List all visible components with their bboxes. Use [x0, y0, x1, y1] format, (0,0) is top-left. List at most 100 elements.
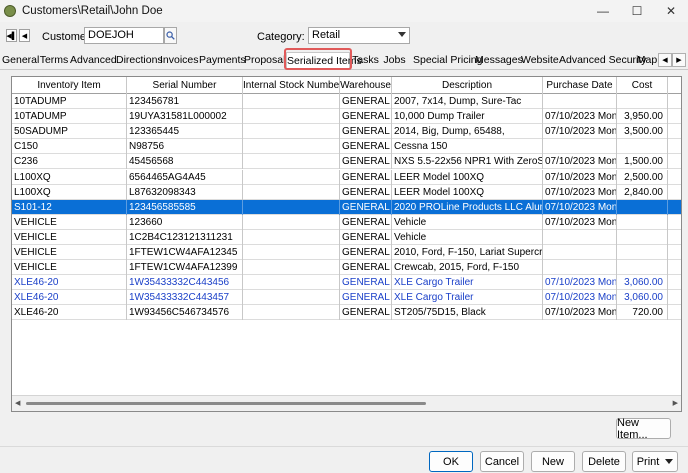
cell-warehouse: GENERAL [340, 245, 392, 260]
tab-map[interactable]: Map [636, 52, 658, 69]
tab-special-pricing[interactable]: Special Pricing [413, 52, 482, 69]
prev-record-icon[interactable]: ◀ [19, 29, 30, 42]
serialized-items-table: ▼ Inventory Item Serial Number Internal … [11, 76, 682, 412]
cell-description: LEER Model 100XQ [392, 169, 543, 185]
minimize-button[interactable]: — [586, 0, 620, 22]
cell-serial-number: 1C2B4C123121311231 [127, 229, 243, 245]
cell-internal-stock-number [243, 245, 340, 260]
table-row[interactable]: VEHICLE 1FTEW1CW4AFA12345 GENERAL 2010, For… [12, 245, 681, 260]
search-icon [166, 31, 175, 40]
cell-inventory-item: 10TADUMP [12, 109, 127, 125]
cell-cost [617, 94, 668, 109]
cell-serial-number: 6564465AG4A45 [127, 169, 243, 185]
tab-messages[interactable]: Messages [475, 52, 523, 69]
table-row[interactable]: C236 45456568 GENERAL NXS 5.5-22x56 NPR1 Wi… [12, 154, 681, 170]
scrollbar-thumb[interactable] [26, 402, 426, 405]
horizontal-scrollbar[interactable]: ◀ ▶ [12, 395, 681, 411]
cell-description: 2007, 7x14, Dump, Sure-Tac [392, 94, 543, 109]
cell-purchase-date: 07/10/2023 Mon [545, 199, 617, 215]
column-header-inventory-item[interactable]: ▼ Inventory Item [12, 77, 127, 94]
close-button[interactable]: ✕ [654, 0, 688, 22]
category-label: Category: [257, 31, 305, 43]
maximize-button[interactable]: ☐ [620, 0, 654, 22]
cell-serial-number: 1W93456C546734576 [127, 305, 243, 321]
title-bar: Customers\Retail\John Doe — ☐ ✕ [0, 0, 688, 22]
tab-invoices[interactable]: Invoices [160, 52, 199, 69]
cell-internal-stock-number [243, 275, 340, 291]
column-header-serial-number[interactable]: Serial Number [127, 77, 243, 94]
table-row[interactable]: XLE46-20 1W35433332C443456 GENERAL XLE Carg… [12, 275, 681, 291]
tab-terms[interactable]: Terms [39, 52, 69, 69]
tab-advanced-security[interactable]: Advanced Security [559, 52, 647, 69]
column-header-warehouse[interactable]: Warehouse [340, 77, 392, 94]
cell-purchase-date: 07/10/2023 Mon [545, 290, 617, 306]
tab-scroll-left-icon[interactable]: ◀ [658, 53, 672, 67]
table-row[interactable]: 10TADUMP 19UYA31581L000002 GENERAL 10,000 D… [12, 109, 681, 125]
chevron-down-icon [398, 32, 406, 37]
tab-serialized-items[interactable]: Serialized Items [286, 52, 362, 69]
cell-description: NXS 5.5-22x56 NPR1 With ZeroStop [394, 154, 543, 170]
print-button[interactable]: Print [632, 451, 678, 472]
cell-inventory-item: L100XQ [12, 184, 127, 200]
column-header-cost[interactable]: Cost [617, 77, 668, 94]
cell-description: Crewcab, 2015, Ford, F-150 [392, 260, 543, 276]
cell-warehouse: GENERAL [340, 275, 392, 291]
cell-description: 10,000 Dump Trailer [392, 109, 543, 125]
cancel-button[interactable]: Cancel [480, 451, 524, 472]
table-row[interactable]: L100XQ 6564465AG4A45 GENERAL LEER Model 100… [12, 169, 681, 185]
column-header-description[interactable]: Description [392, 77, 543, 94]
cell-warehouse: GENERAL [340, 139, 392, 155]
cell-warehouse: GENERAL [340, 229, 392, 245]
tab-website[interactable]: Website [521, 52, 559, 69]
tab-directions[interactable]: Directions [116, 52, 163, 69]
cell-serial-number: 123365445 [127, 124, 243, 140]
table-row[interactable]: 10TADUMP 123456781 GENERAL 2007, 7x14, Dump… [12, 94, 681, 109]
tab-tasks[interactable]: Tasks [352, 52, 379, 69]
scroll-right-icon[interactable]: ▶ [673, 399, 678, 407]
cell-purchase-date: 07/10/2023 Mon [545, 305, 617, 321]
cell-purchase-date [543, 94, 617, 109]
cell-cost: 720.00 [617, 305, 668, 321]
column-header-purchase-date[interactable]: Purchase Date [543, 77, 617, 94]
table-row[interactable]: VEHICLE 1C2B4C123121311231 GENERAL Vehicle [12, 229, 681, 245]
table-row[interactable]: 50SADUMP 123365445 GENERAL 2014, Big, Dump,… [12, 124, 681, 140]
table-row[interactable]: XLE46-20 1W93456C546734576 GENERAL ST205/75… [12, 305, 681, 321]
table-row[interactable]: L100XQ L87632098343 GENERAL LEER Model 100X… [12, 184, 681, 200]
tab-payments[interactable]: Payments [199, 52, 246, 69]
new-item-button[interactable]: New Item... [616, 417, 671, 441]
table-row[interactable]: C150 N98756 GENERAL Cessna 150 [12, 139, 681, 155]
cell-warehouse: GENERAL [340, 124, 392, 140]
cell-cost [617, 245, 668, 260]
cell-serial-number: 123456585585 [127, 199, 243, 215]
table-row[interactable]: VEHICLE 1FTEW1CW4AFA12399 GENERAL Crewcab, … [12, 260, 681, 276]
table-row[interactable]: VEHICLE 123660 GENERAL Vehicle 07/10/2023 Mo… [12, 214, 681, 230]
tab-advanced[interactable]: Advanced [70, 52, 117, 69]
customer-input[interactable]: DOEJOH [84, 27, 164, 44]
cell-purchase-date: 07/10/2023 Mon [545, 214, 617, 230]
cell-cost: 2,500.00 [617, 169, 668, 185]
divider [0, 446, 688, 447]
column-header-internal-stock-number[interactable]: Internal Stock Number [243, 77, 340, 94]
new-button[interactable]: New [531, 451, 575, 472]
scroll-left-icon[interactable]: ◀ [15, 399, 20, 407]
first-record-icon[interactable]: ◀▌ [6, 29, 17, 42]
cell-cost: 3,500.00 [617, 124, 668, 140]
customer-search-button[interactable] [164, 27, 177, 44]
delete-button[interactable]: Delete [582, 451, 626, 472]
tab-general[interactable]: General [2, 52, 39, 69]
table-row[interactable]: XLE46-20 1W35433332C443457 GENERAL XLE Carg… [12, 290, 681, 306]
category-select[interactable]: Retail [308, 27, 410, 44]
ok-button[interactable]: OK [429, 451, 473, 472]
cell-inventory-item: XLE46-20 [12, 290, 127, 306]
tab-proposals[interactable]: Proposals [244, 52, 291, 69]
cell-cost: 2,840.00 [617, 184, 668, 200]
cell-internal-stock-number [243, 214, 340, 230]
tab-jobs[interactable]: Jobs [382, 52, 407, 69]
tab-scroll-right-icon[interactable]: ▶ [672, 53, 686, 67]
cell-cost: 3,060.00 [617, 290, 668, 306]
app-icon [4, 5, 16, 17]
cell-inventory-item: VEHICLE [12, 245, 127, 260]
cell-inventory-item: XLE46-20 [12, 305, 127, 321]
table-row[interactable]: S101-12 123456585585 GENERAL 2020 PROLine P… [12, 199, 681, 215]
cell-purchase-date: 07/10/2023 Mon [545, 275, 617, 291]
